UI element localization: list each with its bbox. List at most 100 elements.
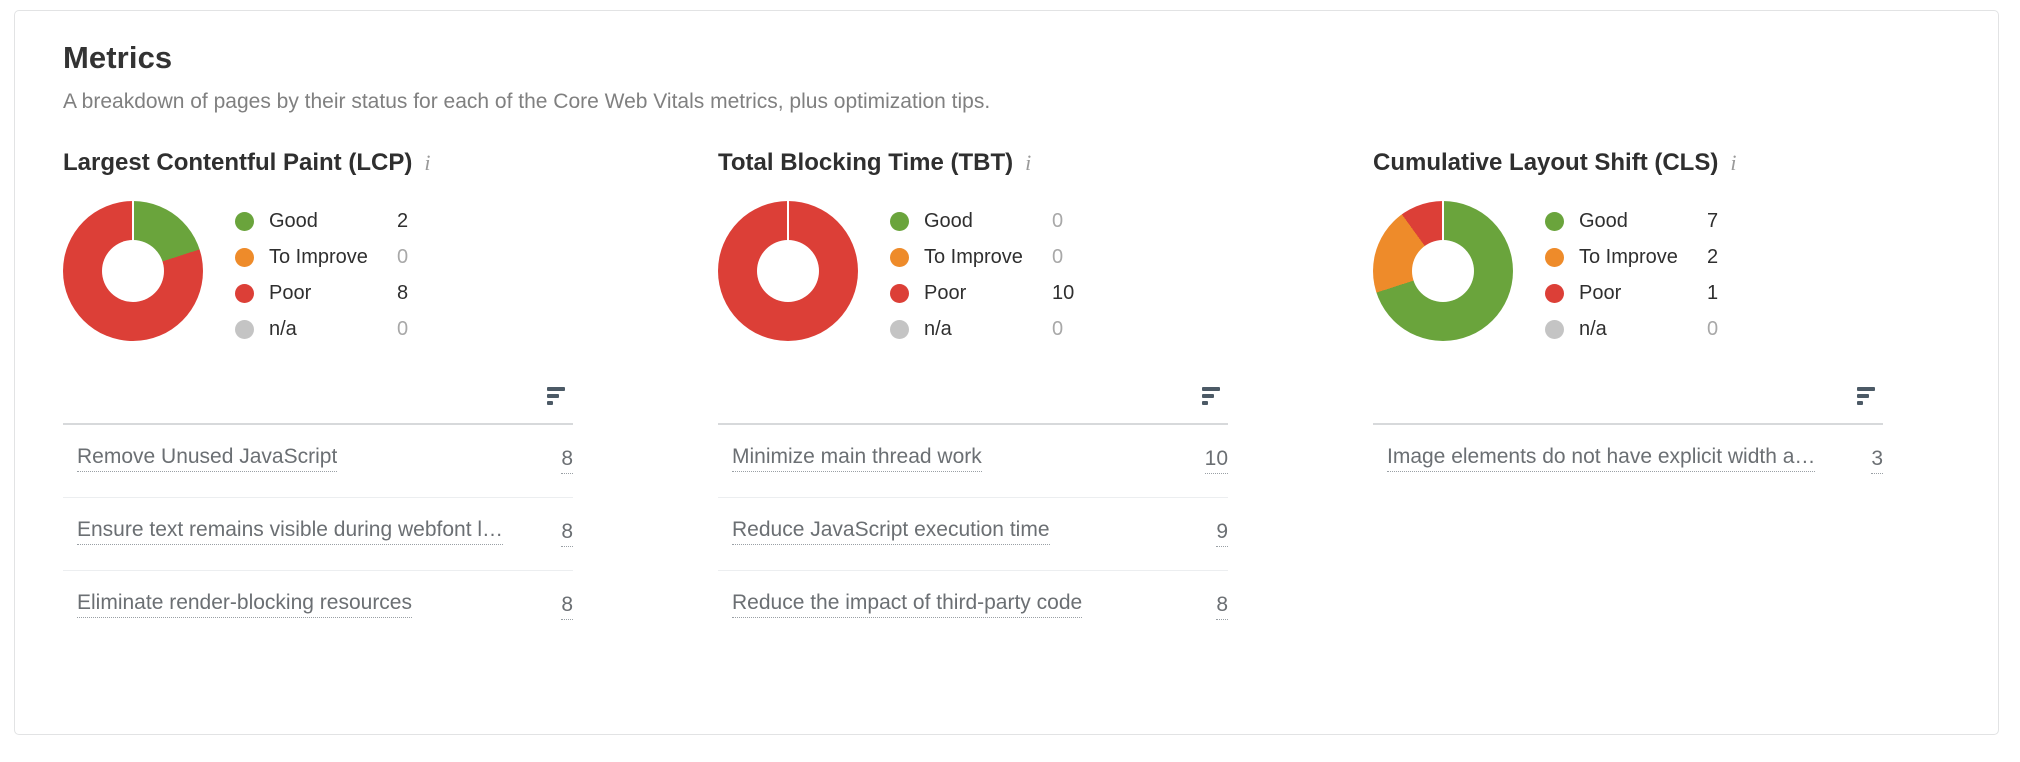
- legend-value: 0: [397, 318, 409, 341]
- legend-dot-na-icon: [1545, 320, 1564, 340]
- affected-pages-cell: 10: [1166, 424, 1228, 498]
- legend-label: Poor: [1579, 282, 1622, 305]
- legend-value: 0: [1052, 246, 1064, 269]
- legend-row: To Improve 0: [890, 240, 1074, 276]
- affected-pages-link[interactable]: 9: [1216, 520, 1228, 548]
- legend-value: 0: [1707, 318, 1719, 341]
- legend-row: Poor 10: [890, 276, 1074, 312]
- metric-title-text: Largest Contentful Paint (LCP): [63, 149, 413, 177]
- legend-label: To Improve: [924, 246, 1023, 269]
- improvement-link[interactable]: Remove Unused JavaScript: [77, 445, 338, 472]
- legend-value: 0: [397, 246, 409, 269]
- status-donut-chart: [63, 200, 203, 341]
- table-row: Eliminate render-blocking resources 8: [63, 570, 573, 643]
- table-body: Remove Unused JavaScript 8 Ensure text rem…: [63, 424, 573, 643]
- metric-column: Total Blocking Time (TBT) i Good 0 To Impr…: [718, 149, 1228, 643]
- legend-value: 8: [397, 282, 409, 305]
- metric-title: Cumulative Layout Shift (CLS) i: [1373, 149, 1883, 177]
- metric-chart-row: Good 7 To Improve 2 Poor 1 n/a 0: [1373, 200, 1883, 348]
- legend-value: 2: [1707, 246, 1719, 269]
- column-header-affected-pages[interactable]: [520, 385, 573, 425]
- table-row: Image elements do not have explicit widt…: [1373, 424, 1883, 497]
- legend-dot-good-icon: [1545, 212, 1564, 232]
- legend-row: Poor 8: [235, 276, 408, 312]
- legend-label: Poor: [924, 282, 967, 305]
- legend-row: Good 7: [1545, 204, 1718, 240]
- page-title: Metrics: [63, 40, 173, 75]
- improvement-link[interactable]: Image elements do not have explicit widt…: [1387, 445, 1816, 472]
- legend-label: n/a: [1579, 318, 1607, 341]
- metric-chart-row: Good 0 To Improve 0 Poor 10 n/a 0: [718, 200, 1228, 348]
- improvement-name-cell: Reduce the impact of third-party code: [718, 570, 1166, 643]
- chart-legend: Good 7 To Improve 2 Poor 1 n/a 0: [1545, 201, 1718, 348]
- table-row: Remove Unused JavaScript 8: [63, 424, 573, 498]
- donut-seam: [132, 200, 134, 271]
- sort-descending-icon[interactable]: [1857, 386, 1875, 405]
- info-icon[interactable]: i: [1025, 151, 1031, 175]
- legend-row: n/a 0: [890, 312, 1074, 348]
- legend-dot-poor-icon: [890, 284, 909, 304]
- legend-dot-to-improve-icon: [235, 248, 254, 268]
- info-icon[interactable]: i: [1730, 151, 1736, 175]
- affected-pages-cell: 8: [521, 424, 573, 498]
- metric-chart-row: Good 2 To Improve 0 Poor 8 n/a 0: [63, 200, 573, 348]
- legend-value: 2: [397, 210, 409, 233]
- metric-title: Total Blocking Time (TBT) i: [718, 149, 1228, 176]
- legend-dot-poor-icon: [235, 284, 254, 304]
- improvement-link[interactable]: Reduce JavaScript execution time: [732, 518, 1050, 545]
- improvement-link[interactable]: Minimize main thread work: [732, 445, 982, 472]
- table-row: Ensure text remains visible during webfo…: [63, 497, 573, 571]
- legend-label: n/a: [269, 318, 297, 341]
- column-header-improvements[interactable]: [1373, 385, 1832, 425]
- improvement-name-cell: Reduce JavaScript execution time: [718, 497, 1166, 570]
- legend-dot-na-icon: [890, 320, 909, 340]
- table-body: Minimize main thread work 10 Reduce JavaSc…: [718, 424, 1228, 643]
- legend-dot-good-icon: [235, 212, 254, 232]
- legend-value: 7: [1707, 210, 1719, 233]
- legend-row: Good 2: [235, 204, 408, 240]
- table-row: Reduce JavaScript execution time 9: [718, 497, 1228, 571]
- improvement-name-cell: Minimize main thread work: [718, 424, 1166, 498]
- affected-pages-link[interactable]: 8: [561, 593, 573, 621]
- legend-dot-to-improve-icon: [1545, 248, 1564, 268]
- legend-label: Good: [1579, 210, 1628, 233]
- legend-row: Good 0: [890, 204, 1074, 240]
- metric-title: Largest Contentful Paint (LCP) i: [63, 149, 573, 177]
- info-icon[interactable]: i: [424, 151, 430, 175]
- column-header-improvements[interactable]: [718, 385, 1167, 425]
- improvement-name-cell: Remove Unused JavaScript: [63, 424, 521, 498]
- legend-value: 10: [1052, 282, 1075, 305]
- legend-value: 1: [1707, 282, 1719, 305]
- table-header-row: [718, 385, 1228, 425]
- column-header-affected-pages[interactable]: [1166, 385, 1228, 425]
- top-improvements-table: Image elements do not have explicit widt…: [1373, 385, 1883, 497]
- improvement-name-cell: Image elements do not have explicit widt…: [1373, 424, 1831, 497]
- sort-descending-icon[interactable]: [547, 386, 565, 405]
- improvement-link[interactable]: Eliminate render-blocking resources: [77, 591, 412, 618]
- table-header-row: [63, 385, 573, 425]
- metric-title-text: Cumulative Layout Shift (CLS): [1373, 149, 1719, 177]
- affected-pages-cell: 3: [1831, 424, 1883, 497]
- affected-pages-link[interactable]: 10: [1204, 447, 1228, 475]
- affected-pages-link[interactable]: 8: [1216, 593, 1228, 621]
- top-improvements-table: Remove Unused JavaScript 8 Ensure text rem…: [63, 385, 573, 643]
- page-subtitle: A breakdown of pages by their status for…: [63, 90, 991, 114]
- table-header-row: [1373, 385, 1883, 425]
- affected-pages-link[interactable]: 8: [561, 447, 573, 475]
- improvement-link[interactable]: Ensure text remains visible during webfo…: [77, 518, 504, 545]
- legend-label: To Improve: [1579, 246, 1678, 269]
- status-donut-chart: [718, 200, 858, 341]
- table-body: Image elements do not have explicit widt…: [1373, 424, 1883, 497]
- status-donut-chart: [1373, 200, 1513, 341]
- affected-pages-cell: 8: [1166, 570, 1228, 643]
- legend-label: Good: [924, 210, 973, 233]
- legend-row: Poor 1: [1545, 276, 1718, 312]
- improvement-link[interactable]: Reduce the impact of third-party code: [732, 591, 1083, 618]
- sort-descending-icon[interactable]: [1202, 386, 1220, 405]
- column-header-affected-pages[interactable]: [1831, 385, 1883, 425]
- column-header-improvements[interactable]: [63, 385, 521, 425]
- legend-row: n/a 0: [1545, 312, 1718, 348]
- legend-dot-na-icon: [235, 320, 254, 340]
- affected-pages-link[interactable]: 3: [1871, 447, 1883, 475]
- affected-pages-link[interactable]: 8: [561, 520, 573, 548]
